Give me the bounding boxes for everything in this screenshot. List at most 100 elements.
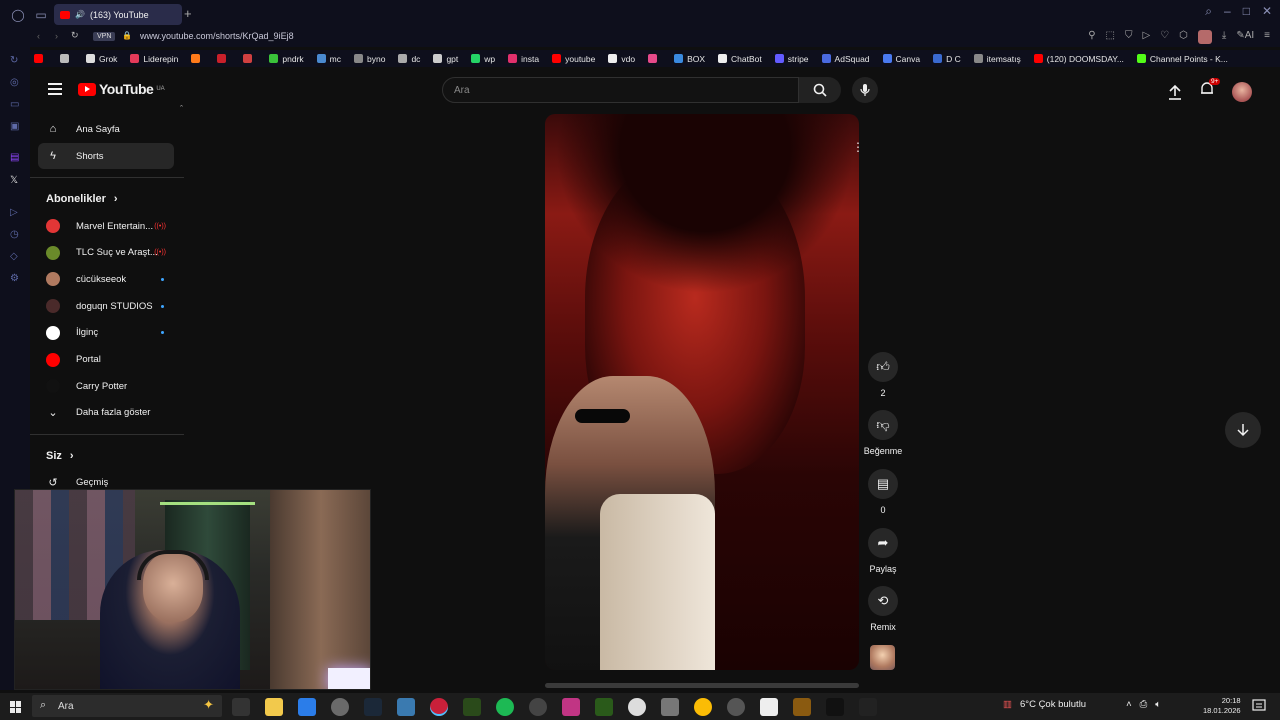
download-icon[interactable]: ⤓: [1222, 30, 1226, 44]
app-icon[interactable]: [760, 698, 778, 716]
search-input[interactable]: Ara: [442, 77, 799, 103]
subscription-item[interactable]: Marvel Entertain... ((•)): [38, 213, 174, 239]
instagram-icon[interactable]: [562, 698, 580, 716]
lock-icon[interactable]: 🔒: [122, 31, 132, 40]
bookmark-item[interactable]: (120) DOOMSDAY...: [1033, 54, 1124, 64]
bookmark-item[interactable]: AdSquad: [821, 54, 870, 64]
heart-icon[interactable]: ♡: [1160, 30, 1169, 44]
play-icon[interactable]: ▷: [1143, 30, 1151, 44]
subscriptions-header[interactable]: Abonelikler ›: [46, 193, 118, 205]
history-rail-icon[interactable]: ◷: [10, 229, 21, 240]
app-icon[interactable]: [331, 698, 349, 716]
bookmark-item[interactable]: vdo: [608, 54, 635, 64]
snapshot-icon[interactable]: ⬚: [1106, 30, 1115, 44]
close-icon[interactable]: ✕: [1262, 4, 1272, 19]
share-button[interactable]: ➦: [868, 528, 898, 558]
extensions-icon[interactable]: ⬡: [1179, 30, 1188, 44]
subscription-item[interactable]: TLC Suç ve Araşt... ((•)): [38, 240, 174, 266]
you-header[interactable]: Siz ›: [46, 450, 74, 462]
next-short-button[interactable]: [1225, 412, 1261, 448]
url-field[interactable]: www.youtube.com/shorts/KrQad_9iEj8: [140, 31, 294, 41]
aria-ai-icon[interactable]: ✎AI: [1236, 30, 1254, 44]
pin-icon[interactable]: ⚲: [1088, 30, 1095, 44]
audio-icon[interactable]: 🔊: [75, 10, 85, 19]
tiktok-icon[interactable]: [826, 698, 844, 716]
sidebar-item-home[interactable]: ⌂ Ana Sayfa: [38, 116, 174, 142]
back-icon[interactable]: ‹: [37, 31, 40, 41]
shield-icon[interactable]: ⛉: [1125, 30, 1133, 44]
app-icon[interactable]: [628, 698, 646, 716]
bookmark-item[interactable]: insta: [508, 54, 539, 64]
sound-thumbnail[interactable]: [870, 645, 895, 670]
hamburger-menu-icon[interactable]: [48, 83, 62, 98]
taskbar-clock[interactable]: 20:18 18.01.2026: [1203, 696, 1241, 716]
app-icon[interactable]: [529, 698, 547, 716]
spotify-icon[interactable]: [496, 698, 514, 716]
bookmark-item[interactable]: BOX: [674, 54, 705, 64]
volume-icon[interactable]: 🔈︎: [1155, 699, 1161, 710]
bookmark-item[interactable]: [217, 54, 230, 63]
browser-tab-youtube[interactable]: 🔊 (163) YouTube: [54, 4, 182, 25]
bookmark-item[interactable]: stripe: [774, 54, 809, 64]
bookmark-item[interactable]: Canva: [882, 54, 920, 64]
minimize-icon[interactable]: –: [1224, 4, 1231, 19]
app-icon[interactable]: [661, 698, 679, 716]
subscription-item[interactable]: İlginç: [38, 320, 174, 346]
sidebar-item-shorts[interactable]: ϟ Shorts: [38, 143, 174, 169]
epic-games-icon[interactable]: [859, 698, 877, 716]
tab-menu-icon[interactable]: ▭: [33, 7, 49, 23]
weather-text[interactable]: 6°C Çok bulutlu: [1020, 699, 1086, 710]
bookmark-item[interactable]: Channel Points - K...: [1136, 54, 1228, 64]
subscription-item[interactable]: doguqn STUDIOS: [38, 293, 174, 319]
subscription-item[interactable]: Portal: [38, 347, 174, 373]
bookmark-item[interactable]: itemsatış: [973, 54, 1021, 64]
app-icon[interactable]: [397, 698, 415, 716]
bookmark-item[interactable]: youtube: [552, 54, 595, 64]
file-explorer-icon[interactable]: [265, 698, 283, 716]
maximize-icon[interactable]: □: [1243, 4, 1250, 19]
bookmark-item[interactable]: [34, 54, 47, 63]
new-tab-button[interactable]: +: [184, 6, 192, 21]
bookmark-item[interactable]: D C: [933, 54, 961, 64]
taskbar-search-input[interactable]: ⌕ Ara ✦: [32, 695, 222, 717]
bookmark-item[interactable]: [60, 54, 73, 63]
vpn-badge[interactable]: VPN: [93, 32, 116, 41]
network-icon[interactable]: ⎙: [1140, 699, 1148, 710]
chevron-up-icon[interactable]: ˄: [1126, 699, 1132, 710]
chat-icon[interactable]: ▭: [10, 99, 21, 110]
voice-search-button[interactable]: [852, 77, 878, 103]
account-avatar[interactable]: [1232, 81, 1252, 102]
video-progress-bar[interactable]: [545, 683, 859, 688]
dislike-button[interactable]: 👎︎: [868, 410, 898, 440]
refresh-rail-icon[interactable]: ↻: [10, 55, 21, 66]
more-options-icon[interactable]: ⋮: [852, 140, 864, 154]
bookmark-item[interactable]: ChatBot: [718, 54, 762, 64]
notification-center-icon[interactable]: [1252, 699, 1266, 713]
nvidia-icon[interactable]: [463, 698, 481, 716]
like-button[interactable]: 👍︎: [868, 352, 898, 382]
bookmark-item[interactable]: wp: [471, 54, 495, 64]
settings-icon[interactable]: ⚙: [10, 273, 21, 284]
bookmark-item[interactable]: [648, 54, 661, 63]
bookmark-item[interactable]: dc: [398, 54, 420, 64]
reload-icon[interactable]: ↻: [71, 30, 79, 41]
search-button[interactable]: [799, 77, 841, 103]
show-more-button[interactable]: ⌄ Daha fazla göster: [38, 399, 174, 425]
notifications-button[interactable]: 9+: [1200, 78, 1221, 102]
bookmark-item[interactable]: Liderepin: [130, 54, 178, 64]
subscription-item[interactable]: Carry Potter: [38, 373, 174, 399]
remix-button[interactable]: ⟲: [868, 586, 898, 616]
editor-app-icon[interactable]: [298, 698, 316, 716]
bag-icon[interactable]: ◎: [10, 77, 21, 88]
x-icon[interactable]: 𝕏: [10, 175, 21, 186]
upload-icon[interactable]: [1168, 84, 1182, 100]
steam-icon[interactable]: [364, 698, 382, 716]
chrome-icon[interactable]: [694, 698, 712, 716]
player-icon[interactable]: ▷: [10, 207, 21, 218]
bookmark-item[interactable]: [191, 54, 204, 63]
sidebar-collapse-icon[interactable]: ˆ: [180, 104, 183, 114]
bookmark-item[interactable]: mc: [316, 54, 341, 64]
bookmark-item[interactable]: gpt: [433, 54, 458, 64]
bookmark-item[interactable]: byno: [354, 54, 385, 64]
pinboard-icon[interactable]: ◇: [10, 251, 21, 262]
